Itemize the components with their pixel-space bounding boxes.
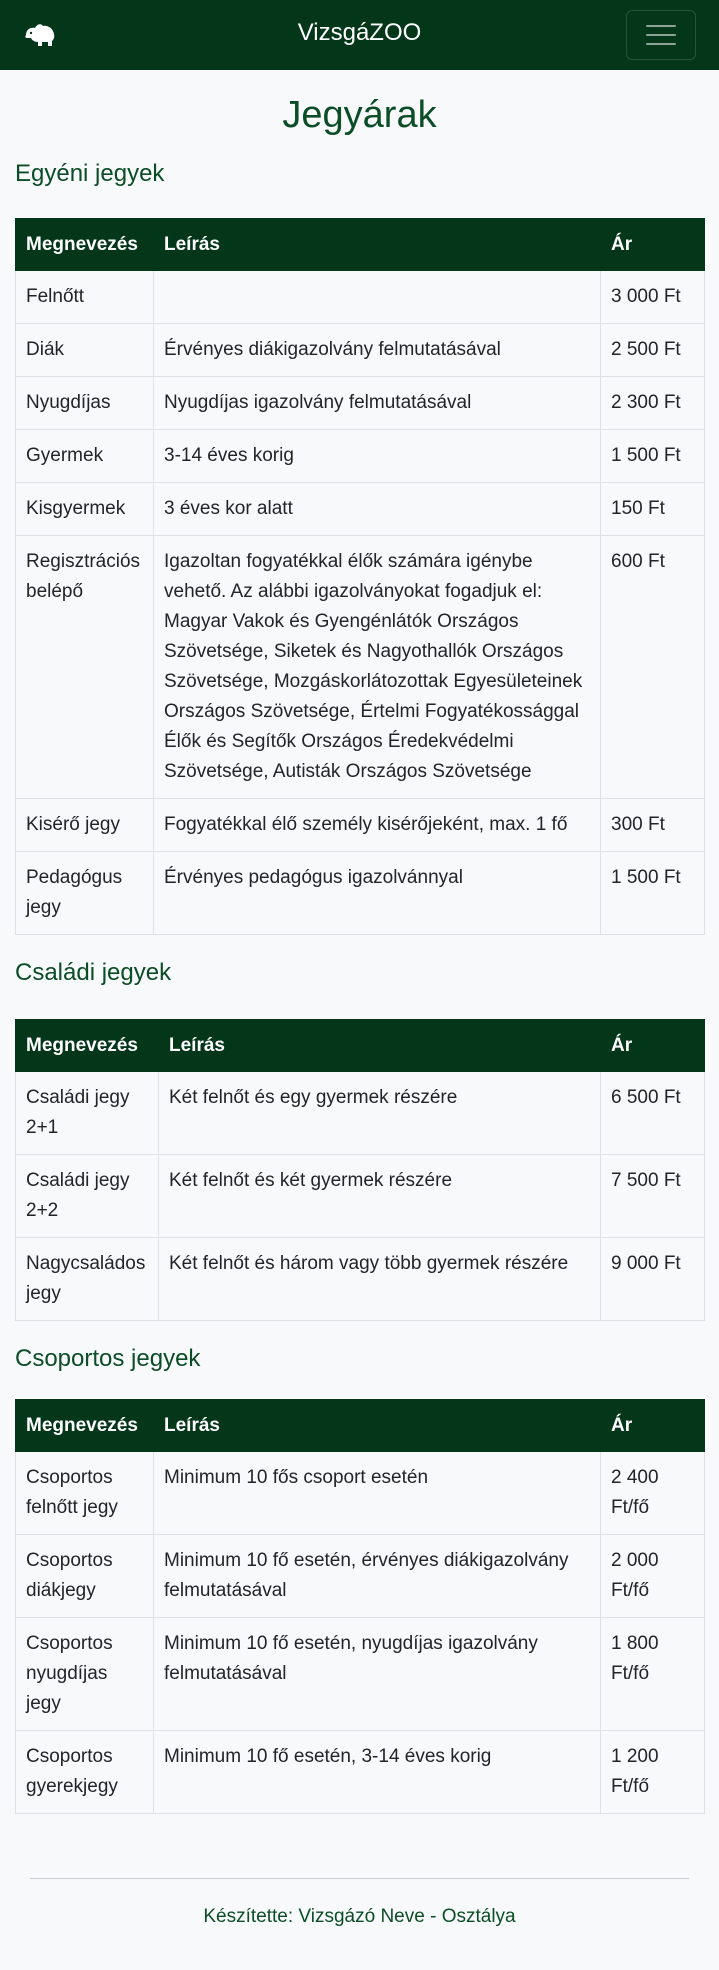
ticket-price: 9 000 Ft (600, 1237, 705, 1321)
table-row: Regisztrációs belépő Igazoltan fogyatékka… (15, 535, 705, 799)
ticket-description: 3 éves kor alatt (153, 482, 601, 536)
price-table-group: Megnevezés Leírás Ár Csoportos felnőtt j… (15, 1399, 705, 1814)
hamburger-menu-icon (646, 25, 676, 27)
ticket-price: 2 500 Ft (600, 323, 705, 377)
table-row: Nyugdíjas Nyugdíjas igazolvány felmutatás… (15, 376, 705, 430)
column-header-name: Megnevezés (15, 1019, 159, 1072)
ticket-description: Minimum 10 fő esetén, érvényes diákigazo… (153, 1534, 601, 1618)
column-header-description: Leírás (153, 218, 601, 271)
table-row: Kisérő jegy Fogyatékkal élő személy kisér… (15, 798, 705, 852)
ticket-price: 1 500 Ft (600, 429, 705, 483)
table-row: Diák Érvényes diákigazolvány felmutatásáv… (15, 323, 705, 377)
ticket-price: 2 400 Ft/fő (600, 1451, 705, 1535)
table-header-row: Megnevezés Leírás Ár (15, 218, 705, 271)
ticket-description: Érvényes pedagógus igazolvánnyal (153, 851, 601, 935)
ticket-name: Pedagógus jegy (15, 851, 154, 935)
ticket-description: Két felnőt és egy gyermek részére (158, 1071, 601, 1155)
table-row: Családi jegy 2+2 Két felnőt és két gyerme… (15, 1154, 705, 1238)
ticket-description: 3-14 éves korig (153, 429, 601, 483)
brand-title[interactable]: VizsgáZOO (0, 19, 719, 47)
ticket-price: 2 000 Ft/fő (600, 1534, 705, 1618)
ticket-name: Csoportos nyugdíjas jegy (15, 1617, 154, 1731)
ticket-description (153, 270, 601, 324)
ticket-price: 7 500 Ft (600, 1154, 705, 1238)
table-header-row: Megnevezés Leírás Ár (15, 1399, 705, 1452)
table-row: Családi jegy 2+1 Két felnőt és egy gyerme… (15, 1071, 705, 1155)
ticket-price: 6 500 Ft (600, 1071, 705, 1155)
column-header-name: Megnevezés (15, 1399, 154, 1452)
main-content: Egyéni jegyek Megnevezés Leírás Ár Felnő… (0, 160, 719, 1814)
hamburger-menu-button[interactable] (626, 10, 696, 60)
ticket-price: 2 300 Ft (600, 376, 705, 430)
ticket-name: Diák (15, 323, 154, 377)
footer-divider (30, 1878, 689, 1879)
column-header-price: Ár (600, 1399, 705, 1452)
ticket-name: Regisztrációs belépő (15, 535, 154, 799)
column-header-price: Ár (600, 218, 705, 271)
ticket-description: Minimum 10 fő esetén, nyugdíjas igazolvá… (153, 1617, 601, 1731)
column-header-description: Leírás (153, 1399, 601, 1452)
table-row: Csoportos diákjegy Minimum 10 fő esetén, … (15, 1534, 705, 1618)
ticket-name: Felnőtt (15, 270, 154, 324)
ticket-description: Minimum 10 fő esetén, 3-14 éves korig (153, 1730, 601, 1814)
table-row: Csoportos gyerekjegy Minimum 10 fő esetén… (15, 1730, 705, 1814)
ticket-name: Kisgyermek (15, 482, 154, 536)
ticket-name: Gyermek (15, 429, 154, 483)
ticket-price: 600 Ft (600, 535, 705, 799)
ticket-name: Nyugdíjas (15, 376, 154, 430)
section-title-group: Csoportos jegyek (15, 1345, 201, 1372)
table-row: Csoportos nyugdíjas jegy Minimum 10 fő es… (15, 1617, 705, 1731)
column-header-description: Leírás (158, 1019, 601, 1072)
ticket-price: 1 800 Ft/fő (600, 1617, 705, 1731)
column-header-name: Megnevezés (15, 218, 154, 271)
section-title-individual: Egyéni jegyek (15, 160, 165, 187)
ticket-name: Családi jegy 2+2 (15, 1154, 159, 1238)
ticket-price: 300 Ft (600, 798, 705, 852)
table-row: Kisgyermek 3 éves kor alatt 150 Ft (15, 482, 705, 536)
price-table-family: Megnevezés Leírás Ár Családi jegy 2+1 Két… (15, 1019, 705, 1321)
ticket-price: 1 500 Ft (600, 851, 705, 935)
ticket-description: Két felnőt és három vagy több gyermek ré… (158, 1237, 601, 1321)
ticket-description: Minimum 10 fős csoport esetén (153, 1451, 601, 1535)
ticket-name: Csoportos diákjegy (15, 1534, 154, 1618)
footer-credit: Készítette: Vizsgázó Neve - Osztálya (203, 1906, 516, 1927)
table-row: Felnőtt 3 000 Ft (15, 270, 705, 324)
ticket-name: Kisérő jegy (15, 798, 154, 852)
ticket-description: Fogyatékkal élő személy kisérőjeként, ma… (153, 798, 601, 852)
table-row: Gyermek 3-14 éves korig 1 500 Ft (15, 429, 705, 483)
ticket-name: Csoportos gyerekjegy (15, 1730, 154, 1814)
ticket-price: 150 Ft (600, 482, 705, 536)
ticket-description: Nyugdíjas igazolvány felmutatásával (153, 376, 601, 430)
page-title: Jegyárak (282, 94, 437, 136)
ticket-name: Csoportos felnőtt jegy (15, 1451, 154, 1535)
table-header-row: Megnevezés Leírás Ár (15, 1019, 705, 1072)
ticket-description: Igazoltan fogyatékkal élők számára igény… (153, 535, 601, 799)
section-title-family: Családi jegyek (15, 959, 172, 986)
ticket-description: Két felnőt és két gyermek részére (158, 1154, 601, 1238)
table-row: Csoportos felnőtt jegy Minimum 10 fős cso… (15, 1451, 705, 1535)
column-header-price: Ár (600, 1019, 705, 1072)
price-table-individual: Megnevezés Leírás Ár Felnőtt 3 000 Ft Diá… (15, 218, 705, 935)
ticket-name: Nagycsaládos jegy (15, 1237, 159, 1321)
ticket-name: Családi jegy 2+1 (15, 1071, 159, 1155)
ticket-price: 3 000 Ft (600, 270, 705, 324)
table-row: Pedagógus jegy Érvényes pedagógus igazolv… (15, 851, 705, 935)
ticket-description: Érvényes diákigazolvány felmutatásával (153, 323, 601, 377)
table-row: Nagycsaládos jegy Két felnőt és három vag… (15, 1237, 705, 1321)
ticket-price: 1 200 Ft/fő (600, 1730, 705, 1814)
navbar: VizsgáZOO (0, 0, 719, 70)
